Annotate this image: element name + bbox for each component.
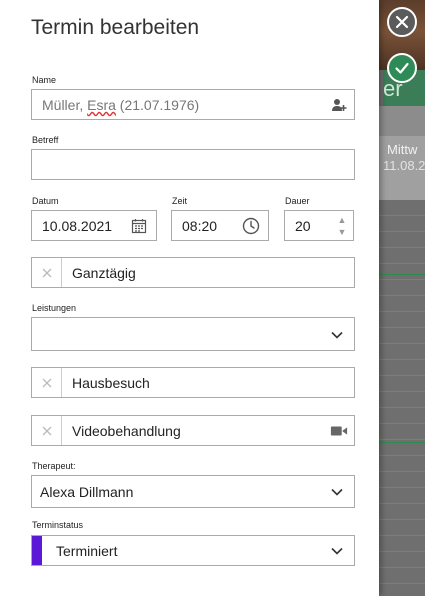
- day-date: 11.08.2: [383, 158, 425, 173]
- toggle-off-icon[interactable]: [32, 416, 62, 445]
- services-label: Leistungen: [32, 303, 77, 313]
- status-label: Terminstatus: [32, 520, 84, 530]
- stepper-up-icon[interactable]: ▲: [338, 214, 347, 226]
- add-person-icon[interactable]: [330, 96, 348, 114]
- date-input[interactable]: 10.08.2021: [31, 210, 157, 241]
- check-icon: [395, 62, 409, 74]
- save-button[interactable]: [387, 53, 417, 83]
- time-value: 08:20: [182, 218, 218, 234]
- clock-icon[interactable]: [242, 217, 260, 235]
- close-icon: [395, 15, 409, 29]
- calendar-icon[interactable]: [130, 217, 148, 235]
- video-treatment-label: Videobehandlung: [72, 423, 181, 439]
- all-day-label: Ganztägig: [72, 265, 136, 281]
- current-time-line: [379, 274, 425, 275]
- stepper-down-icon[interactable]: ▼: [338, 226, 347, 238]
- status-color-indicator: [32, 536, 42, 565]
- video-camera-icon: [330, 422, 348, 440]
- toggle-off-icon[interactable]: [32, 368, 62, 397]
- time-input[interactable]: 08:20: [171, 210, 269, 241]
- patient-surname: Müller,: [42, 97, 88, 113]
- name-label: Name: [32, 75, 57, 85]
- toggle-off-icon[interactable]: [32, 258, 62, 287]
- home-visit-label: Hausbesuch: [72, 375, 150, 391]
- date-label: Datum: [32, 196, 59, 206]
- status-value: Terminiert: [56, 543, 118, 559]
- date-value: 10.08.2021: [42, 218, 113, 234]
- duration-label: Dauer: [285, 196, 310, 206]
- chevron-down-icon[interactable]: [328, 542, 346, 560]
- calendar-grid: [379, 200, 425, 596]
- edit-appointment-panel: Termin bearbeiten Name Müller, Esra (21.…: [0, 0, 379, 596]
- therapist-value: Alexa Dillmann: [40, 484, 134, 500]
- calendar-toolbar: [379, 106, 425, 136]
- panel-title: Termin bearbeiten: [31, 16, 200, 39]
- subject-input[interactable]: [31, 149, 355, 180]
- all-day-toggle[interactable]: Ganztägig: [31, 257, 355, 288]
- calendar-backdrop: er Mittw 11.08.2: [379, 0, 425, 596]
- chevron-down-icon[interactable]: [328, 326, 346, 344]
- services-select[interactable]: [31, 317, 355, 351]
- status-select[interactable]: Terminiert: [31, 535, 355, 566]
- name-field[interactable]: Müller, Esra (21.07.1976): [31, 89, 355, 120]
- name-value: Müller, Esra (21.07.1976): [42, 97, 199, 113]
- home-visit-toggle[interactable]: Hausbesuch: [31, 367, 355, 398]
- video-treatment-toggle[interactable]: Videobehandlung: [31, 415, 355, 446]
- chevron-down-icon[interactable]: [328, 483, 346, 501]
- duration-stepper[interactable]: ▲ ▼: [337, 214, 347, 238]
- close-button[interactable]: [387, 7, 417, 37]
- patient-firstname: Esra: [87, 97, 116, 113]
- calendar-day-header: Mittw 11.08.2: [379, 136, 425, 200]
- therapist-select[interactable]: Alexa Dillmann: [31, 475, 355, 508]
- current-time-line: [379, 442, 425, 443]
- day-name: Mittw: [387, 142, 418, 157]
- patient-birthdate: (21.07.1976): [115, 97, 200, 113]
- therapist-label: Therapeut:: [32, 461, 76, 471]
- duration-value: 20: [295, 218, 311, 234]
- subject-label: Betreff: [32, 135, 59, 145]
- duration-input[interactable]: 20 ▲ ▼: [284, 210, 354, 241]
- time-label: Zeit: [172, 196, 188, 206]
